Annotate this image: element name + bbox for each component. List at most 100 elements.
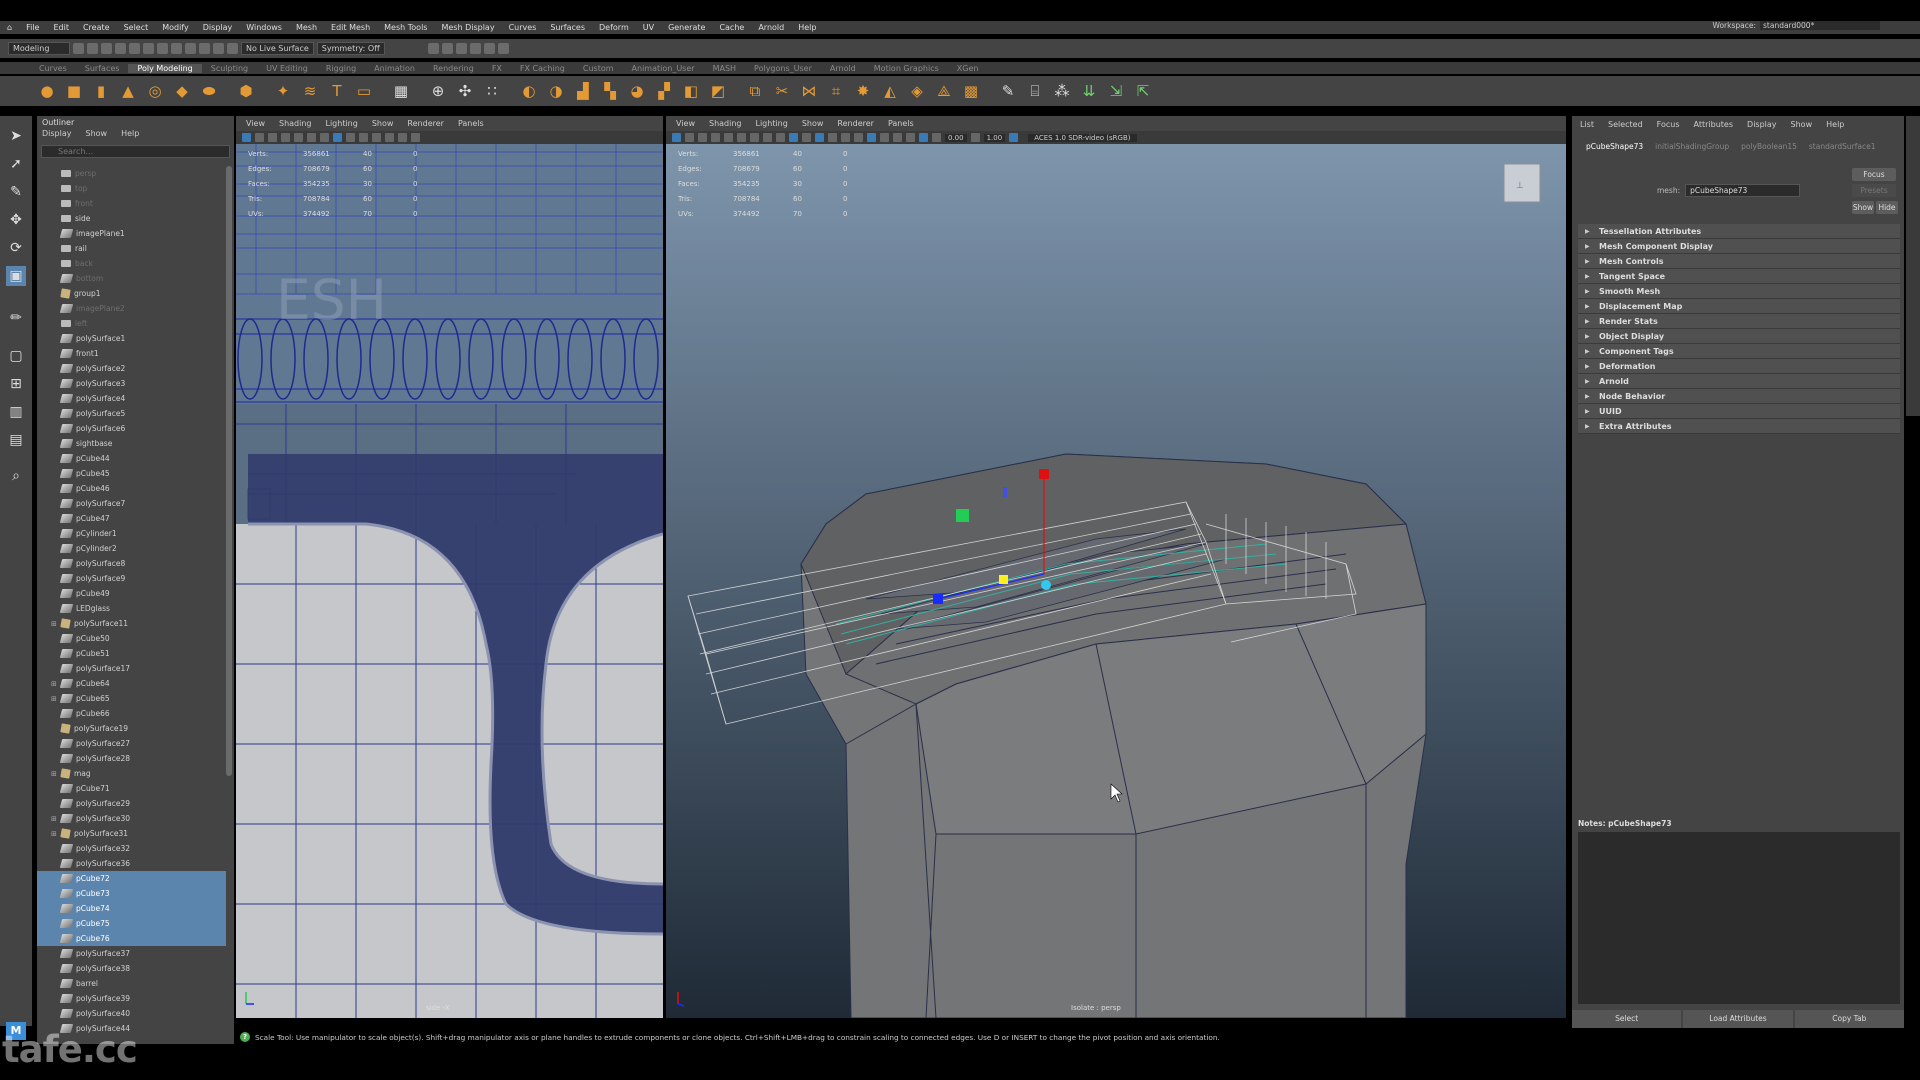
outliner-item[interactable]: ⊞ pCube64 <box>37 676 226 691</box>
shelf-tab-uv-editing[interactable]: UV Editing <box>257 64 317 73</box>
film-gate-icon[interactable] <box>737 133 746 142</box>
lattice-icon[interactable]: ⌸ <box>1024 80 1046 102</box>
ae-menu-focus[interactable]: Focus <box>1657 120 1680 129</box>
outliner-item[interactable]: pCube45 <box>37 466 226 481</box>
menu-select[interactable]: Select <box>117 23 156 32</box>
expand-icon[interactable]: ⊞ <box>51 620 57 628</box>
presets-button[interactable]: Presets <box>1852 184 1896 197</box>
svg-icon[interactable]: ▭ <box>353 80 375 102</box>
ae-section-header[interactable]: Smooth Mesh <box>1578 284 1900 299</box>
outliner-item[interactable]: pCube72 <box>37 871 226 886</box>
ae-section-header[interactable]: Object Display <box>1578 329 1900 344</box>
persp-outliner-icon[interactable]: ▤ <box>6 430 26 450</box>
side-by-side-icon[interactable]: ▥ <box>6 402 26 422</box>
poly-plane-icon[interactable]: ◆ <box>171 80 193 102</box>
viewport-menu-renderer[interactable]: Renderer <box>837 119 874 128</box>
ae-section-header[interactable]: Mesh Controls <box>1578 254 1900 269</box>
poly-sphere-icon[interactable]: ● <box>36 80 58 102</box>
outliner-item[interactable]: polySurface19 <box>37 721 226 736</box>
notes-field[interactable] <box>1578 832 1900 1004</box>
outliner-item[interactable]: polySurface36 <box>37 856 226 871</box>
safe-action-icon[interactable] <box>776 133 785 142</box>
insert-edge-loop-icon[interactable]: ⋈ <box>798 80 820 102</box>
select-camera-icon[interactable] <box>242 133 251 142</box>
viewport-menu-renderer[interactable]: Renderer <box>407 119 444 128</box>
select-object-icon[interactable] <box>157 43 168 54</box>
ae-section-header[interactable]: Tangent Space <box>1578 269 1900 284</box>
smooth-shade-icon[interactable] <box>346 133 355 142</box>
viewport-side-canvas[interactable]: ESH <box>236 144 663 1018</box>
menu-cache[interactable]: Cache <box>712 23 751 32</box>
show-button[interactable]: Show <box>1852 201 1874 214</box>
shelf-tab-arnold[interactable]: Arnold <box>821 64 865 73</box>
mode-selector[interactable]: Modeling <box>8 42 70 55</box>
maya-home-icon[interactable]: ⌂ <box>0 23 19 32</box>
outliner-item[interactable]: polySurface8 <box>37 556 226 571</box>
outliner-item[interactable]: ⊞ mag <box>37 766 226 781</box>
outliner-item[interactable]: left <box>37 316 226 331</box>
super-shape-icon[interactable]: ✦ <box>272 80 294 102</box>
shelf-tab-rigging[interactable]: Rigging <box>317 64 365 73</box>
isolate-icon[interactable] <box>919 133 928 142</box>
field-chart-icon[interactable] <box>763 133 772 142</box>
viewport-persp-canvas[interactable]: ⊥ <box>666 144 1566 1018</box>
ae-tab[interactable]: initialShadingGroup <box>1655 142 1729 151</box>
outliner-item[interactable]: imagePlane1 <box>37 226 226 241</box>
ae-section-header[interactable]: Extra Attributes <box>1578 419 1900 434</box>
workspace-selector[interactable]: Workspace: standard000* <box>1712 21 1880 30</box>
grid-toggle-icon[interactable] <box>294 133 303 142</box>
viewport-menu-view[interactable]: View <box>676 119 695 128</box>
outliner-item[interactable]: pCube66 <box>37 706 226 721</box>
menu-edit-mesh[interactable]: Edit Mesh <box>324 23 377 32</box>
outliner-menu-show[interactable]: Show <box>86 129 108 142</box>
boolean-difference-icon[interactable]: ▚ <box>599 80 621 102</box>
lights-icon[interactable] <box>372 133 381 142</box>
menu-create[interactable]: Create <box>76 23 117 32</box>
undo-icon[interactable] <box>115 43 126 54</box>
outliner-search-input[interactable]: Search... <box>41 145 230 158</box>
snap-point-icon[interactable] <box>213 43 224 54</box>
reset-transform-icon[interactable]: ⇱ <box>1132 80 1154 102</box>
wireframe-icon[interactable] <box>333 133 342 142</box>
shelf-tab-fx[interactable]: FX <box>483 64 511 73</box>
bookmarks-icon[interactable] <box>268 133 277 142</box>
bookmarks-icon[interactable] <box>698 133 707 142</box>
menu-generate[interactable]: Generate <box>661 23 712 32</box>
move-tool-icon[interactable]: ✥ <box>6 210 26 230</box>
hypershade-icon[interactable] <box>483 43 495 54</box>
text-icon[interactable]: T <box>326 80 348 102</box>
mesh-name-field[interactable]: pCubeShape73 <box>1685 184 1801 197</box>
ae-menu-show[interactable]: Show <box>1791 120 1813 129</box>
cleanup-icon[interactable]: ▩ <box>960 80 982 102</box>
scale-tool-icon[interactable]: ▣ <box>6 266 26 286</box>
viewport-menu-lighting[interactable]: Lighting <box>755 119 787 128</box>
ae-menu-list[interactable]: List <box>1580 120 1594 129</box>
reduce-icon[interactable]: ⟁ <box>933 80 955 102</box>
separate-icon[interactable]: ◑ <box>545 80 567 102</box>
exposure-field[interactable]: 0.00 <box>945 133 967 142</box>
outliner-item[interactable]: persp <box>37 166 226 181</box>
side-tab-strip[interactable] <box>1906 116 1920 416</box>
ae-footer-button[interactable]: Load Attributes <box>1683 1010 1793 1028</box>
outliner-item[interactable]: ⊞ polySurface11 <box>37 616 226 631</box>
shelf-tab-animation-user[interactable]: Animation_User <box>623 64 704 73</box>
snap-surface-icon[interactable] <box>227 43 238 54</box>
center-pivot-icon[interactable]: ⇲ <box>1105 80 1127 102</box>
view-transform-dropdown[interactable]: ACES 1.0 SDR-video (sRGB) <box>1028 133 1137 142</box>
textured-icon[interactable] <box>828 133 837 142</box>
viewport-side[interactable]: View Shading Lighting Show Renderer Panels <box>236 116 663 1018</box>
outliner-item[interactable]: polySurface37 <box>37 946 226 961</box>
outliner-item[interactable]: pCube50 <box>37 631 226 646</box>
outliner-item[interactable]: polySurface28 <box>37 751 226 766</box>
outliner-item[interactable]: polySurface27 <box>37 736 226 751</box>
outliner-item[interactable]: front1 <box>37 346 226 361</box>
outliner-item[interactable]: side <box>37 211 226 226</box>
gamma-field[interactable]: 1.00 <box>983 133 1006 142</box>
shelf-tab-xgen[interactable]: XGen <box>948 64 988 73</box>
ae-tab[interactable]: pCubeShape73 <box>1586 142 1643 151</box>
ae-section-header[interactable]: Render Stats <box>1578 314 1900 329</box>
outliner-item[interactable]: rail <box>37 241 226 256</box>
outliner-item[interactable]: pCube74 <box>37 901 226 916</box>
uv-grid-icon[interactable]: ▦ <box>390 80 412 102</box>
outliner-item[interactable]: LEDglass <box>37 601 226 616</box>
